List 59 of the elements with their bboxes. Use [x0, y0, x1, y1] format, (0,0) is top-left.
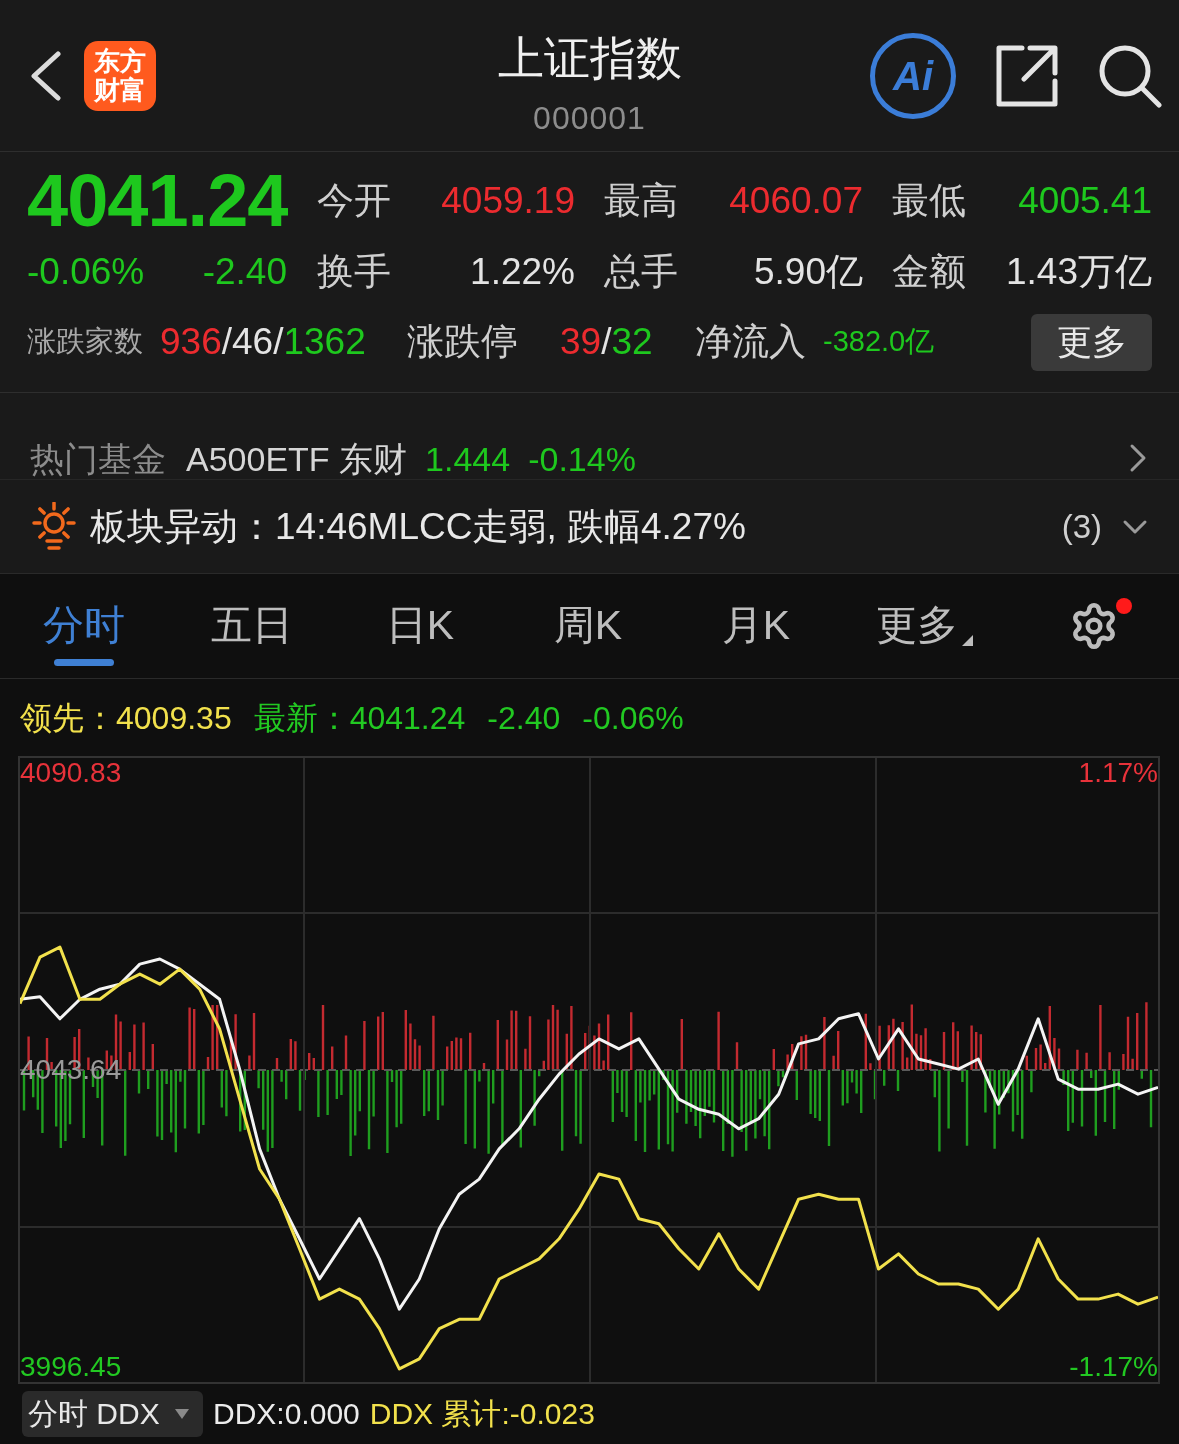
more-button[interactable]: 更多 — [1031, 313, 1152, 371]
app-logo: 东方财富 — [84, 40, 156, 111]
chart-tab[interactable]: 分时 — [0, 574, 168, 678]
change-percent: -0.06% — [27, 250, 145, 295]
y-axis-label: 3996.45 — [20, 1349, 122, 1384]
index-code: 000001 — [533, 99, 646, 138]
caret-down-icon — [175, 1408, 189, 1419]
percent-axis-label: -1.17% — [1069, 1349, 1158, 1384]
index-price: 4041.24 — [27, 165, 288, 237]
indicator-reading: DDX 累计:-0.023 — [369, 1396, 595, 1432]
net-inflow-label: 净流入 — [695, 320, 807, 365]
indicator-selector[interactable]: 分时 DDX — [22, 1390, 203, 1437]
stat-value: 4059.19 — [441, 179, 575, 224]
page-title: 上证指数 — [497, 31, 682, 86]
stat-label: 换手 — [317, 250, 391, 295]
ai-button[interactable]: Ai — [870, 32, 956, 119]
indicator-reading: DDX:0.000 — [213, 1396, 360, 1432]
back-icon[interactable] — [30, 50, 62, 101]
stat-value: 1.22% — [470, 250, 575, 295]
chart-tab[interactable]: 月K — [672, 574, 840, 678]
stat-label: 金额 — [892, 250, 966, 295]
breadth-label: 涨跌家数 — [27, 324, 144, 360]
share-icon[interactable] — [996, 44, 1058, 107]
legend-value: -0.06% — [582, 698, 684, 738]
chevron-right-icon[interactable] — [1129, 443, 1147, 473]
legend-value: -2.40 — [487, 698, 561, 738]
fund-price: 1.444 — [425, 439, 511, 479]
chart-tab[interactable]: 日K — [336, 574, 504, 678]
stat-value: 1.43万亿 — [1006, 250, 1152, 295]
stat-value: 4060.07 — [729, 179, 863, 224]
percent-axis-label: 1.17% — [1078, 756, 1158, 791]
chevron-down-icon[interactable] — [1122, 518, 1148, 535]
change-amount: -2.40 — [202, 250, 287, 295]
fund-change: -0.14% — [528, 439, 636, 479]
legend-label: 最新： — [253, 698, 350, 738]
fund-name[interactable]: A500ETF 东财 — [186, 439, 408, 479]
limit-label: 涨跌停 — [407, 320, 519, 365]
fund-section-label: 热门基金 — [30, 439, 166, 479]
chart-tab[interactable]: 周K — [504, 574, 672, 678]
alert-count: (3) — [1061, 506, 1102, 547]
search-icon[interactable] — [1098, 43, 1162, 108]
stat-label: 最高 — [604, 179, 678, 224]
stat-value: 5.90亿 — [754, 250, 863, 295]
net-inflow-value: -382.0亿 — [823, 324, 935, 360]
limit-counts: 39/32 — [560, 321, 653, 363]
legend-value: 4041.24 — [349, 698, 466, 738]
stat-label: 总手 — [604, 250, 678, 295]
stat-value: 4005.41 — [1018, 179, 1152, 224]
chart-tab[interactable]: 五日 — [168, 574, 336, 678]
sector-alert-text[interactable]: 板块异动：14:46MLCC走弱, 跌幅4.27% — [90, 498, 746, 555]
legend-label: 领先： — [20, 698, 116, 738]
sun-icon — [31, 501, 77, 552]
caret-icon — [961, 635, 973, 646]
breadth-counts: 936/46/1362 — [160, 321, 366, 363]
legend-value: 4009.35 — [116, 698, 232, 738]
y-axis-label: 4090.83 — [20, 756, 122, 791]
stat-label: 最低 — [892, 179, 966, 224]
chart-tab[interactable]: 更多 — [840, 574, 1008, 678]
stat-label: 今开 — [317, 179, 391, 224]
